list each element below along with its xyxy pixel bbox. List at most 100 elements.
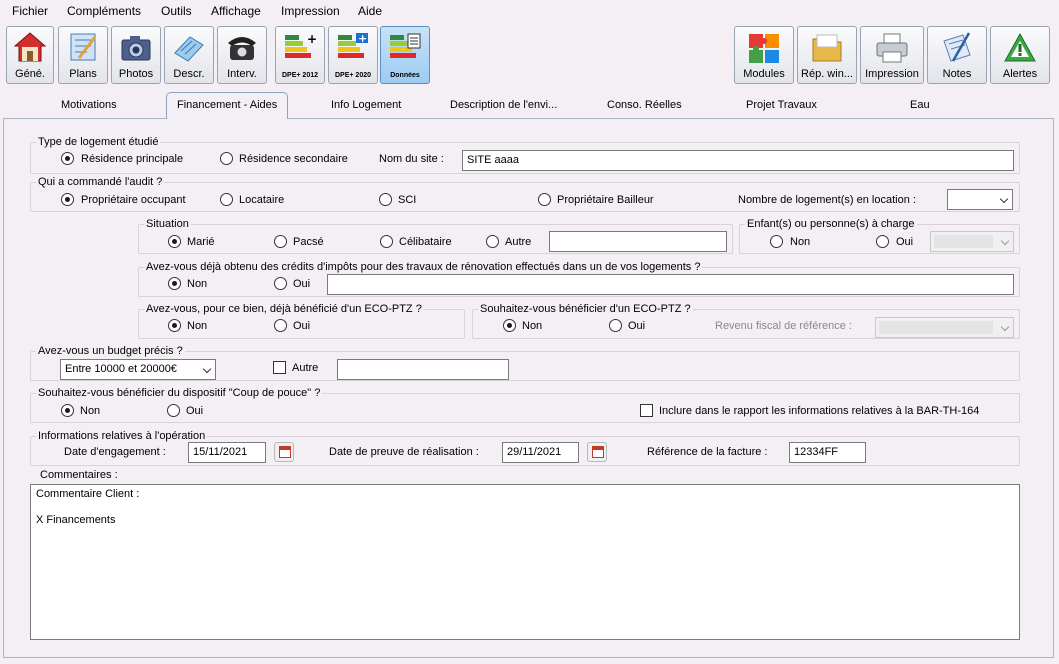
tab-description-environnement[interactable]: Description de l'envi... [450, 99, 557, 111]
toolbar-descr-button[interactable]: Descr. [164, 26, 214, 84]
radio-label: Résidence secondaire [239, 153, 348, 165]
enfants-count-select [930, 231, 1014, 252]
toolbar-dpe2020-button[interactable]: + DPE+ 2020 [328, 26, 378, 84]
location-count-label: Nombre de logement(s) en location : [738, 194, 916, 206]
radio-label: Célibataire [399, 236, 452, 248]
radio-label: Propriétaire Bailleur [557, 194, 654, 206]
svg-text:+: + [307, 32, 317, 46]
radio-ecoptz-deja-non[interactable] [168, 319, 181, 332]
radio-label: Marié [187, 236, 215, 248]
radio-residence-secondaire[interactable] [220, 152, 233, 165]
menu-bar: Fichier Compléments Outils Affichage Imp… [0, 0, 1059, 22]
toolbar-modules-button[interactable]: Modules [734, 26, 794, 84]
menu-complements[interactable]: Compléments [67, 4, 141, 18]
group-title: Type de logement étudié [36, 136, 161, 148]
toolbar-photos-button[interactable]: Photos [111, 26, 161, 84]
location-count-select[interactable] [947, 189, 1013, 210]
tab-financement-aides[interactable]: Financement - Aides [166, 92, 289, 120]
calendar-icon[interactable] [274, 442, 294, 462]
preuve-date-label: Date de preuve de réalisation : [329, 446, 479, 458]
facture-reference-input[interactable]: 12334FF [789, 442, 866, 463]
radio-ecoptz-deja-oui[interactable] [274, 319, 287, 332]
radio-autre[interactable] [486, 235, 499, 248]
budget-select[interactable]: Entre 10000 et 20000€ [60, 359, 216, 380]
menu-impression[interactable]: Impression [281, 4, 340, 18]
radio-celibataire[interactable] [380, 235, 393, 248]
radio-label: Non [790, 236, 811, 248]
toolbar-impression-button[interactable]: Impression [860, 26, 924, 84]
tab-conso-reelles[interactable]: Conso. Réelles [607, 99, 682, 111]
tab-motivations[interactable]: Motivations [61, 99, 117, 111]
radio-ecoptz-souhait-oui[interactable] [609, 319, 622, 332]
description-icon [174, 36, 204, 62]
radio-label: Oui [293, 278, 311, 290]
dpe-label-icon: + [285, 32, 317, 58]
menu-affichage[interactable]: Affichage [211, 4, 261, 18]
radio-marie[interactable] [168, 235, 181, 248]
checkbox-label: Inclure dans le rapport les informations… [659, 405, 980, 417]
budget-autre-input[interactable] [337, 359, 509, 380]
radio-sci[interactable] [379, 193, 392, 206]
chevron-down-icon [1000, 322, 1010, 332]
engagement-date-input[interactable]: 15/11/2021 [188, 442, 266, 463]
dpe-data-icon [390, 33, 421, 58]
radio-label: Non [187, 278, 208, 290]
toolbar-plans-button[interactable]: Plans [58, 26, 108, 84]
group-title: Enfant(s) ou personne(s) à charge [745, 218, 917, 230]
radio-proprietaire-bailleur[interactable] [538, 193, 551, 206]
dpe-label-icon: + [338, 32, 368, 58]
tab-projet-travaux[interactable]: Projet Travaux [746, 99, 817, 111]
menu-outils[interactable]: Outils [161, 4, 192, 18]
revenu-select [875, 317, 1014, 338]
radio-label: Oui [896, 236, 914, 248]
toolbar-gene-button[interactable]: Géné. [6, 26, 54, 84]
toolbar-dpe2012-button[interactable]: + DPE+ 2012 [275, 26, 325, 84]
radio-enfants-non[interactable] [770, 235, 783, 248]
plans-icon [70, 33, 97, 61]
radio-label: Locataire [239, 194, 285, 206]
engagement-date-label: Date d'engagement : [64, 446, 166, 458]
site-name-input[interactable]: SITE aaaa [462, 150, 1014, 171]
toolbar-notes-button[interactable]: Notes [927, 26, 987, 84]
group-title: Avez-vous, pour ce bien, déjà bénéficié … [144, 303, 424, 315]
credits-details-input[interactable] [327, 274, 1014, 295]
revenu-label: Revenu fiscal de référence : [715, 320, 852, 332]
radio-enfants-oui[interactable] [876, 235, 889, 248]
alert-icon [1004, 32, 1036, 62]
radio-proprietaire-occupant[interactable] [61, 193, 74, 206]
printer-icon [876, 33, 908, 63]
radio-residence-principale[interactable] [61, 152, 74, 165]
camera-icon [121, 36, 151, 61]
radio-pacse[interactable] [274, 235, 287, 248]
toolbar-donnees-button[interactable]: Données [380, 26, 430, 84]
toolbar-alertes-button[interactable]: Alertes [990, 26, 1050, 84]
notes-icon [943, 32, 971, 62]
menu-fichier[interactable]: Fichier [12, 4, 48, 18]
situation-autre-input[interactable] [549, 231, 727, 252]
radio-label: Oui [186, 405, 204, 417]
menu-aide[interactable]: Aide [358, 4, 382, 18]
radio-coup-de-pouce-non[interactable] [61, 404, 74, 417]
comments-label: Commentaires : [40, 469, 118, 481]
svg-text:+: + [358, 32, 367, 45]
phone-icon [228, 37, 256, 60]
radio-credits-oui[interactable] [274, 277, 287, 290]
preuve-date-input[interactable]: 29/11/2021 [502, 442, 579, 463]
calendar-icon[interactable] [587, 442, 607, 462]
tab-eau[interactable]: Eau [910, 99, 930, 111]
radio-credits-non[interactable] [168, 277, 181, 290]
group-title: Avez-vous déjà obtenu des crédits d'impô… [144, 261, 703, 273]
radio-locataire[interactable] [220, 193, 233, 206]
include-bar-th-164-checkbox[interactable] [640, 404, 653, 417]
group-title: Souhaitez-vous bénéficier du dispositif … [36, 387, 323, 399]
group-title: Qui a commandé l'audit ? [36, 176, 165, 188]
comments-textarea[interactable]: Commentaire Client : X Financements [30, 484, 1020, 640]
radio-label: Résidence principale [81, 153, 184, 165]
group-title: Avez-vous un budget précis ? [36, 345, 185, 357]
budget-autre-checkbox[interactable] [273, 361, 286, 374]
toolbar-interv-button[interactable]: Interv. [217, 26, 267, 84]
radio-coup-de-pouce-oui[interactable] [167, 404, 180, 417]
toolbar-rep-win-button[interactable]: Rép. win... [797, 26, 857, 84]
radio-ecoptz-souhait-non[interactable] [503, 319, 516, 332]
tab-info-logement[interactable]: Info Logement [331, 99, 401, 111]
